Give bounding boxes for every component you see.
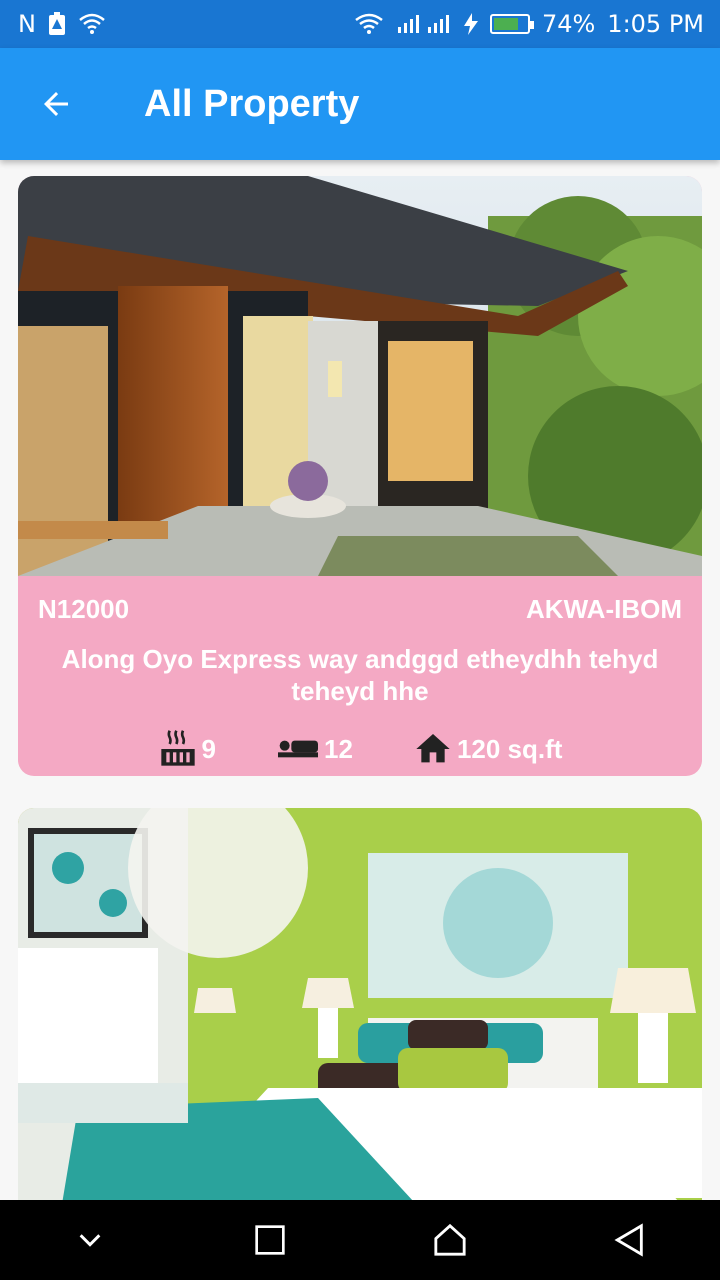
beds-feature: 12 — [276, 729, 353, 769]
carrier-glyph: N — [18, 10, 36, 38]
price: N12000 — [38, 594, 130, 624]
app-bar: All Property — [0, 48, 720, 160]
property-card[interactable] — [18, 808, 702, 1200]
battery-percent: 74% — [541, 10, 596, 38]
wifi-icon — [354, 13, 384, 35]
nav-chevron-button[interactable] — [50, 1200, 130, 1280]
alert-icon — [48, 12, 66, 36]
toilets-count: 9 — [201, 733, 217, 764]
nav-back-button[interactable] — [590, 1200, 670, 1280]
arrow-back-icon — [44, 92, 68, 116]
charging-bolt-icon — [463, 13, 478, 35]
battery-icon — [489, 14, 534, 34]
house-exterior-photo — [18, 176, 702, 576]
chevron-down-icon — [79, 1234, 101, 1247]
home-icon — [434, 1223, 466, 1256]
status-bar: N 74% 1:05 PM — [0, 0, 720, 48]
nav-recents-button[interactable] — [230, 1200, 310, 1280]
bed-icon — [278, 740, 319, 758]
hot-tub-icon — [160, 730, 195, 766]
back-button[interactable] — [20, 68, 92, 140]
area-feature: 120 sq.ft — [413, 729, 563, 769]
navigation-bar — [0, 1200, 720, 1280]
property-card[interactable]: N12000 AKWA-IBOM Along Oyo Express way a… — [18, 176, 702, 776]
wifi-question-icon — [78, 13, 106, 35]
home-icon — [416, 734, 450, 763]
bedroom-interior-photo — [18, 808, 702, 1200]
address: Along Oyo Express way andggd etheydhh te… — [61, 644, 659, 706]
battery-level — [493, 18, 518, 30]
page-title: All Property — [144, 82, 360, 125]
recents-icon — [255, 1225, 285, 1255]
state: AKWA-IBOM — [526, 594, 682, 624]
toilets-feature: 9 — [158, 729, 216, 769]
nav-home-button[interactable] — [410, 1200, 490, 1280]
back-icon — [614, 1223, 643, 1257]
property-list[interactable]: N12000 AKWA-IBOM Along Oyo Express way a… — [0, 160, 720, 1200]
beds-count: 12 — [324, 733, 353, 764]
area-value: 120 sq.ft — [456, 733, 563, 764]
clock: 1:05 PM — [607, 10, 704, 38]
signal-icon — [396, 13, 452, 35]
